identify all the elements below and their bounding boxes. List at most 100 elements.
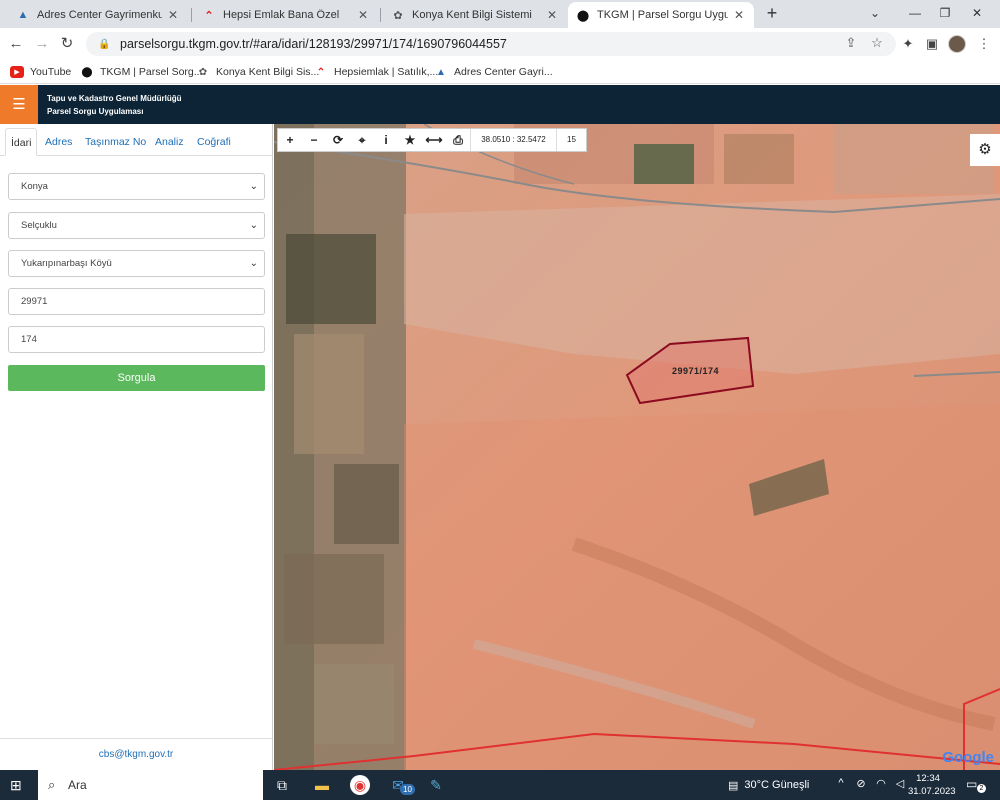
file-explorer-icon[interactable]: ▬ — [312, 775, 332, 795]
app-title-line1: Tapu ve Kadastro Genel Müdürlüğü — [47, 94, 182, 103]
tab-cografi[interactable]: Coğrafi — [192, 128, 236, 156]
app-title: Tapu ve Kadastro Genel Müdürlüğü Parsel … — [47, 92, 182, 118]
chevron-down-icon: ⌄ — [249, 181, 258, 192]
bookmark-item[interactable]: ▶ YouTube — [10, 63, 71, 81]
weather-widget[interactable]: ▤ 30°C Güneşli — [728, 770, 809, 800]
app-header: ☰ Tapu ve Kadastro Genel Müdürlüğü Parse… — [0, 85, 1000, 124]
clock-time: 12:34 — [916, 773, 940, 784]
crosshair-icon[interactable]: ⌖ — [350, 129, 374, 151]
restore-button[interactable]: ❐ — [930, 2, 960, 24]
star-icon[interactable]: ★ — [398, 129, 422, 151]
konya-icon: ✿ — [198, 66, 208, 78]
neighborhood-select[interactable]: Yukarıpınarbaşı Köyü ⌄ — [8, 250, 265, 277]
map-pin-icon: ⬤ — [81, 66, 93, 78]
address-bar[interactable]: 🔒 parselsorgu.tkgm.gov.tr/#ara/idari/128… — [86, 32, 896, 56]
print-icon[interactable]: ⎙ — [446, 129, 470, 151]
parcel-no-input[interactable]: 174 — [8, 326, 265, 353]
network-icon[interactable]: ⊘ — [854, 777, 868, 790]
url-text[interactable]: parselsorgu.tkgm.gov.tr/#ara/idari/12819… — [120, 37, 507, 51]
browser-tab-active[interactable]: ⬤ TKGM | Parsel Sorgu Uygulaması ✕ — [568, 2, 754, 28]
menu-icon[interactable]: ⋮ — [974, 34, 994, 54]
bookmark-label: Konya Kent Bilgi Sis... — [216, 66, 320, 78]
chrome-icon[interactable]: ◉ — [350, 775, 370, 795]
new-tab-button[interactable]: + — [762, 4, 782, 24]
taskbar-search-placeholder: Ara — [68, 778, 87, 792]
measure-icon[interactable]: ⟷ — [422, 129, 446, 151]
tab-adres[interactable]: Adres — [40, 128, 77, 156]
search-icon: ⌕ — [48, 777, 56, 792]
bookmark-label: Hepsiemlak | Satılık,... — [334, 66, 439, 78]
bookmark-label: YouTube — [30, 66, 72, 78]
bookmark-item[interactable]: ⬤ TKGM | Parsel Sorg... — [80, 63, 202, 81]
youtube-icon: ▶ — [10, 66, 24, 78]
weather-icon: ▤ — [728, 779, 739, 792]
bookmark-star-icon[interactable]: ☆ — [868, 35, 886, 53]
close-icon[interactable]: ✕ — [166, 8, 180, 22]
notification-icon[interactable]: ▭ — [966, 777, 977, 791]
query-tabs: İdari Adres Taşınmaz No Analiz Coğrafi — [0, 124, 273, 156]
bookmark-item[interactable]: ⌃ Hepsiemlak | Satılık,... — [314, 63, 438, 81]
clock[interactable]: 12:34 31.07.2023 — [908, 772, 956, 798]
district-select[interactable]: Selçuklu ⌄ — [8, 212, 265, 239]
reload-icon[interactable]: ↻ — [57, 34, 77, 54]
bookmark-item[interactable]: ▲ Adres Center Gayri... — [434, 63, 553, 81]
neighborhood-value: Yukarıpınarbaşı Köyü — [21, 258, 112, 269]
query-button[interactable]: Sorgula — [8, 365, 265, 391]
bookmarks-bar: ▶ YouTube ⬤ TKGM | Parsel Sorg... ✿ Kony… — [0, 60, 1000, 84]
hamburger-menu-button[interactable]: ☰ — [0, 85, 38, 124]
avatar[interactable] — [948, 35, 966, 53]
tab-tasinmaz-no[interactable]: Taşınmaz No — [80, 128, 151, 156]
extensions-icon[interactable]: ✦ — [898, 34, 918, 54]
browser-tab[interactable]: ⌃ Hepsi Emlak Bana Özel ✕ — [194, 2, 378, 28]
block-no-input[interactable]: 29971 — [8, 288, 265, 315]
wifi-icon[interactable]: ◠ — [874, 777, 888, 790]
forward-icon[interactable]: → — [32, 34, 52, 54]
map-pin-icon: ⬤ — [576, 9, 590, 22]
close-icon[interactable]: ✕ — [545, 8, 559, 22]
refresh-icon[interactable]: ⟳ — [326, 129, 350, 151]
close-icon[interactable]: ✕ — [356, 8, 370, 22]
minimize-button[interactable]: — — [900, 2, 930, 24]
lock-icon[interactable]: 🔒 — [98, 39, 112, 50]
browser-tab[interactable]: ✿ Konya Kent Bilgi Sistemi ✕ — [383, 2, 567, 28]
share-icon[interactable]: ⇪ — [842, 35, 860, 53]
contact-email-link[interactable]: cbs@tkgm.gov.tr — [0, 738, 272, 770]
back-icon[interactable]: ← — [6, 34, 26, 54]
query-sidebar: İdari Adres Taşınmaz No Analiz Coğrafi K… — [0, 124, 273, 770]
browser-tab[interactable]: ▲ Adres Center Gayrimenkul ve Yat ✕ — [8, 2, 188, 28]
adres-center-icon: ▲ — [436, 66, 446, 78]
satellite-imagery — [274, 124, 1000, 770]
browser-tab-title: TKGM | Parsel Sorgu Uygulaması — [597, 9, 728, 21]
info-icon[interactable]: i — [374, 129, 398, 151]
tab-idari[interactable]: İdari — [5, 128, 38, 156]
close-icon[interactable]: ✕ — [732, 8, 746, 22]
browser-tab-title: Hepsi Emlak Bana Özel — [223, 9, 340, 21]
taskbar-search[interactable]: ⌕ Ara — [38, 770, 263, 800]
window-close-button[interactable]: ✕ — [962, 2, 992, 24]
app-title-line2: Parsel Sorgu Uygulaması — [47, 107, 144, 116]
minus-icon[interactable]: − — [302, 129, 326, 151]
side-panel-icon[interactable]: ▣ — [922, 34, 942, 54]
windows-start-icon[interactable]: ⊞ — [10, 777, 26, 793]
gear-icon[interactable]: ⚙ — [970, 134, 1000, 166]
task-view-icon[interactable]: ⧉ — [272, 775, 292, 795]
volume-icon[interactable]: ◁ — [893, 777, 907, 790]
tab-search-icon[interactable]: ⌄ — [860, 2, 890, 24]
province-value: Konya — [21, 181, 48, 192]
chevron-down-icon: ⌄ — [249, 220, 258, 231]
bookmark-item[interactable]: ✿ Konya Kent Bilgi Sis... — [196, 63, 320, 81]
zoom-level: 15 — [556, 129, 586, 151]
notification-badge: 2 — [977, 784, 986, 793]
bookmark-label: Adres Center Gayri... — [454, 66, 553, 78]
province-select[interactable]: Konya ⌄ — [8, 173, 265, 200]
coordinate-readout: 38.0510 : 32.5472 — [470, 129, 556, 151]
plus-icon[interactable]: + — [278, 129, 302, 151]
hepsiemlak-icon: ⌃ — [204, 9, 214, 22]
block-no-value: 29971 — [21, 296, 48, 307]
parcel-no-value: 174 — [21, 334, 37, 345]
satellite-map[interactable]: + − ⟳ ⌖ i ★ ⟷ ⎙ 38.0510 : 32.5472 15 ⚙ 2… — [274, 124, 1000, 770]
weather-text: 30°C Güneşli — [744, 779, 810, 791]
tab-analiz[interactable]: Analiz — [150, 128, 189, 156]
chevron-up-icon[interactable]: ^ — [834, 777, 848, 789]
paint-icon[interactable]: ✎ — [426, 775, 446, 795]
